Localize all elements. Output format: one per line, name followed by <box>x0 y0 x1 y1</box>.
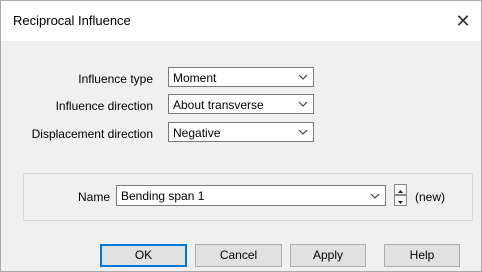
name-label: Name <box>78 190 111 204</box>
chevron-down-icon <box>297 70 309 84</box>
displacement-direction-select[interactable]: Negative <box>168 122 314 142</box>
influence-direction-value: About transverse <box>173 98 264 112</box>
chevron-down-icon <box>369 189 381 203</box>
close-icon[interactable]: ✕ <box>449 7 477 35</box>
spin-up-button[interactable] <box>394 184 407 195</box>
dialog-title: Reciprocal Influence <box>13 13 131 28</box>
influence-direction-select[interactable]: About transverse <box>168 94 314 114</box>
name-value: Bending span 1 <box>121 189 205 203</box>
title-bar: Reciprocal Influence ✕ <box>1 1 481 41</box>
name-group: Name Bending span 1 (new) <box>23 173 473 221</box>
influence-type-value: Moment <box>173 71 217 85</box>
displacement-direction-value: Negative <box>173 126 221 140</box>
name-combo[interactable]: Bending span 1 <box>116 185 386 206</box>
cancel-button[interactable]: Cancel <box>195 244 282 267</box>
influence-type-select[interactable]: Moment <box>168 67 314 87</box>
chevron-down-icon <box>297 97 309 111</box>
name-status: (new) <box>415 190 446 204</box>
apply-button[interactable]: Apply <box>290 244 366 267</box>
influence-type-label: Influence type <box>78 72 153 86</box>
displacement-direction-label: Displacement direction <box>31 127 153 141</box>
chevron-down-icon <box>297 125 309 139</box>
influence-direction-label: Influence direction <box>55 99 153 113</box>
spin-down-icon <box>398 201 403 204</box>
spin-down-button[interactable] <box>394 195 407 206</box>
help-button[interactable]: Help <box>384 244 460 267</box>
reciprocal-influence-dialog: Reciprocal Influence ✕ Influence type Mo… <box>0 0 482 272</box>
ok-button[interactable]: OK <box>100 244 187 267</box>
